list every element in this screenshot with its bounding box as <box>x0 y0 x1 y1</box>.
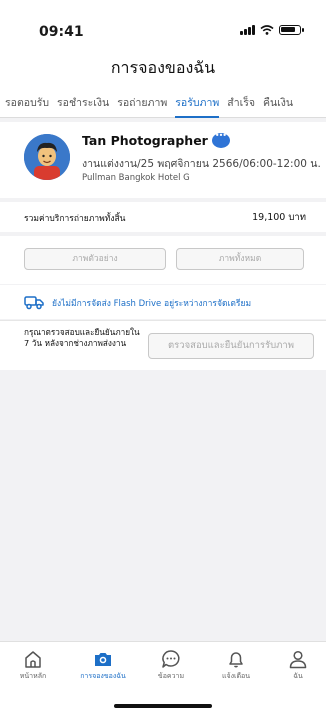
status-bar: 09:41 <box>0 0 326 48</box>
truck-icon <box>24 296 44 310</box>
booking-location: Pullman Bangkok Hotel G <box>82 173 190 183</box>
chat-icon <box>162 650 180 668</box>
avatar-illustration <box>24 134 70 180</box>
sample-photos-button[interactable]: ภาพตัวอย่าง <box>24 248 166 270</box>
tab-awaiting-photos[interactable]: รอรับภาพ <box>175 88 220 118</box>
screen: 09:41 การจองของฉัน รอตอบรับ รอชำระเงิน ร… <box>0 0 326 711</box>
nav-notifications[interactable]: แจ้งเตือน <box>206 648 266 682</box>
confirm-instruction: กรุณาตรวจสอบและยืนยันภายใน 7 วัน หลังจาก… <box>24 327 140 348</box>
total-value: 19,100 บาท <box>252 212 306 223</box>
battery-icon <box>279 25 301 35</box>
all-photos-button[interactable]: ภาพทั้งหมด <box>176 248 304 270</box>
status-time: 09:41 <box>39 24 84 40</box>
wifi-icon <box>260 25 274 35</box>
nav-home-label: หน้าหลัก <box>19 672 47 680</box>
bell-icon <box>229 652 243 668</box>
tab-refund[interactable]: คืนเงิน <box>263 88 293 118</box>
tab-awaiting-shoot[interactable]: รอถ่ายภาพ <box>117 88 167 118</box>
bottom-nav: หน้าหลัก การจองของฉัน ข้อความ แจ้งเตือน … <box>0 641 326 711</box>
booking-tabs: รอตอบรับ รอชำระเงิน รอถ่ายภาพ รอรับภาพ ส… <box>0 88 326 118</box>
nav-me-label: ฉัน <box>293 672 303 680</box>
signal-icon <box>240 25 255 35</box>
total-row: รวมค่าบริการถ่ายภาพทั้งสิ้น 19,100 บาท <box>0 202 326 232</box>
nav-messages[interactable]: ข้อความ <box>141 648 201 682</box>
photo-buttons-row: ภาพตัวอย่าง ภาพทั้งหมด <box>0 236 326 284</box>
nav-my-bookings-label: การจองของฉัน <box>80 672 126 680</box>
photographer-name-row: Tan Photographer <box>82 131 230 148</box>
chat-bubble-icon[interactable] <box>211 131 230 148</box>
tab-awaiting-payment[interactable]: รอชำระเงิน <box>57 88 109 118</box>
total-label: รวมค่าบริการถ่ายภาพทั้งสิ้น <box>24 214 126 224</box>
nav-me[interactable]: ฉัน <box>268 648 326 682</box>
confirm-section: กรุณาตรวจสอบและยืนยันภายใน 7 วัน หลังจาก… <box>0 320 326 370</box>
confirm-receipt-button[interactable]: ตรวจสอบและยืนยันการรับภาพ <box>148 333 314 359</box>
booking-card[interactable]: Tan Photographer งานแต่งงาน/25 พฤศจิกายน… <box>0 122 326 198</box>
nav-home[interactable]: หน้าหลัก <box>3 648 63 682</box>
app-header: การจองของฉัน <box>0 48 326 88</box>
booking-detail: งานแต่งงาน/25 พฤศจิกายน 2566/06:00-12:00… <box>82 158 321 170</box>
photographer-avatar[interactable] <box>24 134 70 180</box>
nav-my-bookings[interactable]: การจองของฉัน <box>73 648 133 682</box>
home-icon <box>25 651 41 668</box>
home-indicator <box>114 704 212 708</box>
nav-messages-label: ข้อความ <box>157 672 185 680</box>
delivery-status: ยังไม่มีการจัดส่ง Flash Drive อยู่ระหว่า… <box>0 285 326 319</box>
battery-tip <box>302 28 304 32</box>
nav-notifications-label: แจ้งเตือน <box>222 672 250 680</box>
photographer-name[interactable]: Tan Photographer <box>82 133 208 148</box>
tab-completed[interactable]: สำเร็จ <box>227 88 255 118</box>
delivery-text: ยังไม่มีการจัดส่ง Flash Drive อยู่ระหว่า… <box>52 299 252 309</box>
page-title: การจองของฉัน <box>110 58 216 77</box>
tab-pending[interactable]: รอตอบรับ <box>5 88 49 118</box>
status-icons <box>240 25 304 35</box>
user-icon <box>289 650 307 669</box>
camera-icon <box>95 653 111 666</box>
